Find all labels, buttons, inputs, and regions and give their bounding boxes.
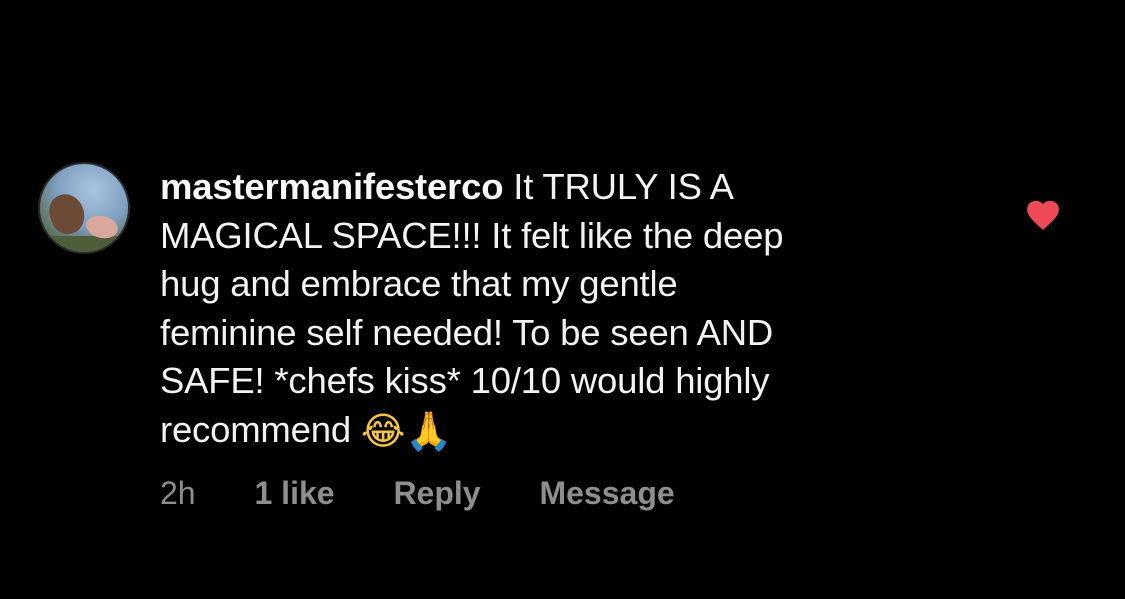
message-button[interactable]: Message [539, 471, 674, 515]
comment-line-2: MAGICAL SPACE!!! It felt like the deep [160, 214, 784, 256]
comment-line-4: feminine self needed! To be seen AND [160, 311, 774, 353]
comment-line-1: mastermanifesterco It TRULY IS A [160, 163, 920, 212]
comment-text-1: It TRULY IS A [513, 166, 734, 207]
timestamp: 2h [160, 475, 196, 511]
comment-actions: 2h 1 like Reply Message [160, 471, 675, 515]
comment-line-5: SAFE! *chefs kiss* 10/10 would highly [160, 360, 770, 402]
comment-line-6: recommend 😂🙏 [160, 406, 920, 456]
laughing-emoji-icon: 😂 [360, 408, 406, 453]
username-link[interactable]: mastermanifesterco [160, 166, 504, 207]
likes-count-link[interactable]: 1 like [254, 471, 334, 515]
comment-text-6: recommend [160, 408, 351, 450]
praying-hands-emoji-icon: 🙏 [405, 408, 453, 453]
comment-line-3: hug and embrace that my gentle [160, 263, 678, 305]
comment: mastermanifesterco It TRULY IS A MAGICAL… [0, 0, 1125, 599]
avatar[interactable] [38, 162, 130, 254]
avatar-face [44, 189, 90, 239]
heart-filled-icon[interactable] [1024, 196, 1062, 234]
avatar-background [40, 236, 128, 252]
heart-shape [1027, 200, 1059, 230]
comment-body: mastermanifesterco It TRULY IS A MAGICAL… [160, 163, 920, 456]
reply-button[interactable]: Reply [393, 471, 480, 515]
